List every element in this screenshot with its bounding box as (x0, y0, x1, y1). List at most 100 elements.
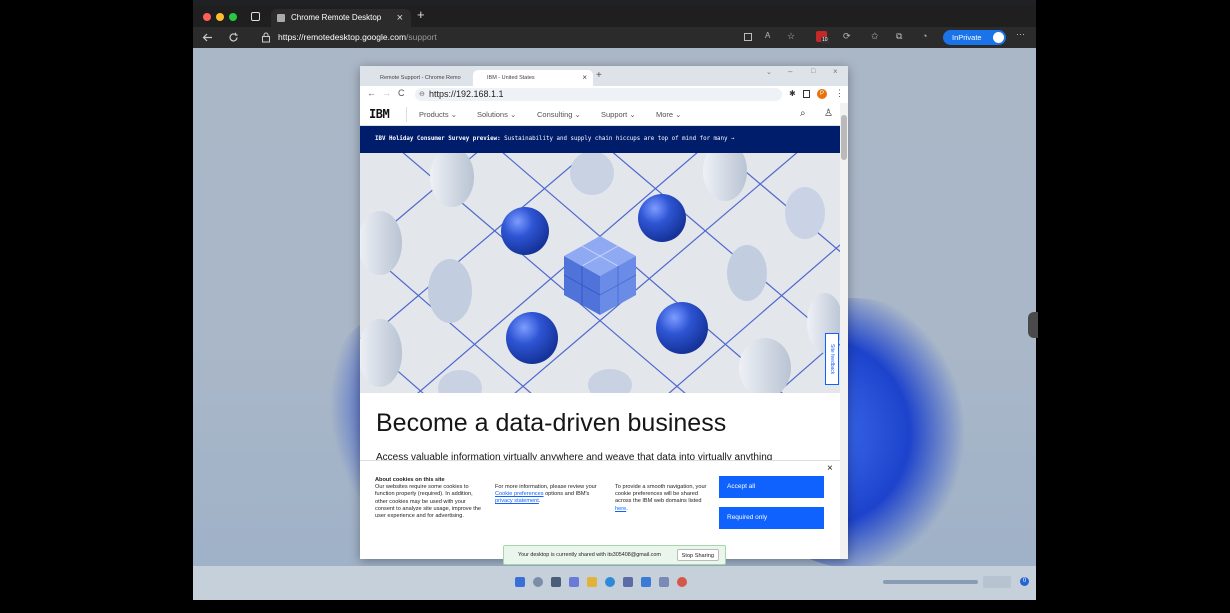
chrome-window: Remote Support - Chrome Remo IBM - Unite… (360, 66, 848, 559)
nav-products[interactable]: Products ⌄ (419, 110, 457, 119)
reload-icon[interactable]: C (398, 88, 405, 98)
edge-browser-window: Chrome Remote Desktop × + https://remote… (193, 0, 1036, 600)
cookie-more-info: For more information, please review your… (495, 484, 597, 506)
nav-products-label: Products (419, 110, 449, 119)
windows-taskbar: 0 (193, 566, 1036, 600)
refresh-icon[interactable] (228, 32, 239, 43)
tab-actions-icon[interactable] (251, 12, 260, 21)
chat-icon[interactable] (569, 577, 579, 587)
address-bar[interactable]: https://remotedesktop.google.com/support (278, 32, 437, 42)
scrollbar-thumb[interactable] (841, 115, 847, 160)
nav-consulting[interactable]: Consulting ⌄ (537, 110, 581, 119)
cookie-info-end: . (538, 498, 541, 505)
task-view-icon[interactable] (551, 577, 561, 587)
chrome-tab-strip: Remote Support - Chrome Remo IBM - Unite… (360, 66, 848, 86)
close-window-button[interactable] (203, 13, 211, 21)
extension-badge: 10 (821, 37, 829, 43)
edge-toolbar: https://remotedesktop.google.com/support… (193, 27, 1036, 48)
system-tray[interactable] (883, 580, 978, 584)
nav-divider (406, 107, 407, 122)
lock-icon[interactable] (261, 32, 271, 43)
sharing-message: Your desktop is currently shared with it… (518, 552, 661, 558)
cookie-close-icon[interactable]: × (827, 463, 833, 474)
inprivate-label: InPrivate (952, 33, 982, 42)
chrome-menu-icon[interactable]: ⋮ (835, 88, 844, 99)
chrome-address-bar[interactable]: ⊖ https://192.168.1.1 (415, 88, 782, 101)
nav-support[interactable]: Support ⌄ (601, 110, 636, 119)
minimize-icon[interactable]: – (788, 67, 792, 76)
ibm-announcement-banner[interactable]: IBV Holiday Consumer Survey preview: Sus… (360, 126, 840, 153)
cookie-preferences-link[interactable]: Cookie preferences (495, 491, 544, 497)
user-icon[interactable]: ♙ (824, 108, 833, 119)
tab-chrome-remote-desktop[interactable]: Chrome Remote Desktop × (271, 9, 411, 27)
chrome-new-tab-button[interactable]: + (596, 70, 602, 81)
remote-desktop-view[interactable]: Remote Support - Chrome Remo IBM - Unite… (193, 48, 1036, 600)
tab-close-icon[interactable]: × (397, 9, 403, 27)
required-only-button[interactable]: Required only (719, 507, 824, 529)
tab-ibm-label: IBM - United States (487, 75, 535, 81)
forward-arrow-icon[interactable]: → (382, 88, 391, 98)
favorites-icon[interactable]: ✩ (871, 31, 879, 42)
chrome-url-text: https://192.168.1.1 (429, 89, 504, 99)
stop-sharing-button[interactable]: Stop Sharing (676, 549, 719, 561)
read-aloud-icon[interactable]: A (765, 31, 770, 40)
cookie-info-mid: options and IBM's (543, 491, 590, 498)
side-panel-handle[interactable] (1028, 312, 1038, 338)
side-panel-icon[interactable] (803, 90, 810, 98)
site-feedback-tab[interactable]: Site feedback (825, 333, 839, 385)
cookie-domains-text: To provide a smooth navigation, your coo… (615, 484, 707, 505)
new-tab-button[interactable]: + (417, 7, 425, 22)
edge-icon[interactable] (605, 577, 615, 587)
mail-icon[interactable] (641, 577, 651, 587)
hero-illustration (360, 153, 840, 393)
nav-more-label: More (656, 110, 674, 119)
maximize-icon[interactable]: □ (811, 68, 815, 75)
inprivate-button[interactable]: InPrivate (943, 30, 1006, 45)
back-arrow-icon[interactable] (202, 32, 213, 43)
tab-title: Chrome Remote Desktop (291, 13, 382, 22)
accept-all-button[interactable]: Accept all (719, 476, 824, 498)
hero-image: Site feedback (360, 153, 840, 393)
file-explorer-icon[interactable] (587, 577, 597, 587)
domains-here-link[interactable]: here (615, 506, 626, 512)
nav-solutions[interactable]: Solutions ⌄ (477, 110, 516, 119)
nav-more[interactable]: More ⌄ (656, 110, 681, 119)
url-domain: https://remotedesktop.google.com (278, 32, 407, 42)
page-scrollbar[interactable] (840, 103, 848, 559)
settings-more-button[interactable]: ··· (1016, 29, 1025, 39)
edge-tab-strip: Chrome Remote Desktop × + (193, 5, 1036, 27)
store-icon[interactable] (623, 577, 633, 587)
extensions-icon[interactable]: ✱ (789, 89, 796, 98)
tab-search-chevron-down-icon[interactable]: ⌄ (766, 68, 772, 76)
notification-badge[interactable]: 0 (1020, 577, 1029, 586)
screen-cast-icon[interactable] (744, 33, 752, 41)
ibm-logo[interactable]: IBM (369, 107, 390, 121)
clock-area[interactable] (983, 576, 1011, 588)
cookie-heading: About cookies on this site (375, 477, 445, 483)
site-info-icon[interactable]: ⊖ (419, 88, 425, 101)
back-arrow-icon[interactable]: ← (367, 88, 376, 98)
extensions-puzzle-icon[interactable]: ⟳ (843, 31, 851, 42)
profile-avatar (993, 32, 1004, 43)
search-icon[interactable]: ⌕ (800, 108, 806, 119)
minimize-window-button[interactable] (216, 13, 224, 21)
banner-bold-text: IBV Holiday Consumer Survey preview: (375, 136, 501, 142)
search-icon[interactable] (533, 577, 543, 587)
tab-close-icon[interactable]: × (582, 70, 587, 86)
nav-solutions-label: Solutions (477, 110, 508, 119)
privacy-statement-link[interactable]: privacy statement (495, 498, 539, 504)
banner-text: Sustainability and supply chain hiccups … (500, 136, 735, 142)
close-icon[interactable]: × (833, 67, 838, 76)
copilot-icon[interactable]: ◔ (922, 31, 927, 41)
chrome-icon[interactable] (677, 577, 687, 587)
start-icon[interactable] (515, 577, 525, 587)
collections-icon[interactable]: ⧉ (896, 31, 902, 42)
tab-ibm[interactable]: IBM - United States × (473, 70, 593, 86)
chrome-profile-avatar[interactable]: P (817, 89, 827, 99)
tab-remote-support[interactable]: Remote Support - Chrome Remo (366, 70, 474, 86)
maximize-window-button[interactable] (229, 13, 237, 21)
favorites-star-icon[interactable]: ☆ (787, 31, 795, 42)
remote-desktop-favicon-icon (277, 14, 285, 22)
remote-desktop-icon[interactable] (659, 577, 669, 587)
desktop-sharing-bar: Your desktop is currently shared with it… (503, 545, 726, 565)
